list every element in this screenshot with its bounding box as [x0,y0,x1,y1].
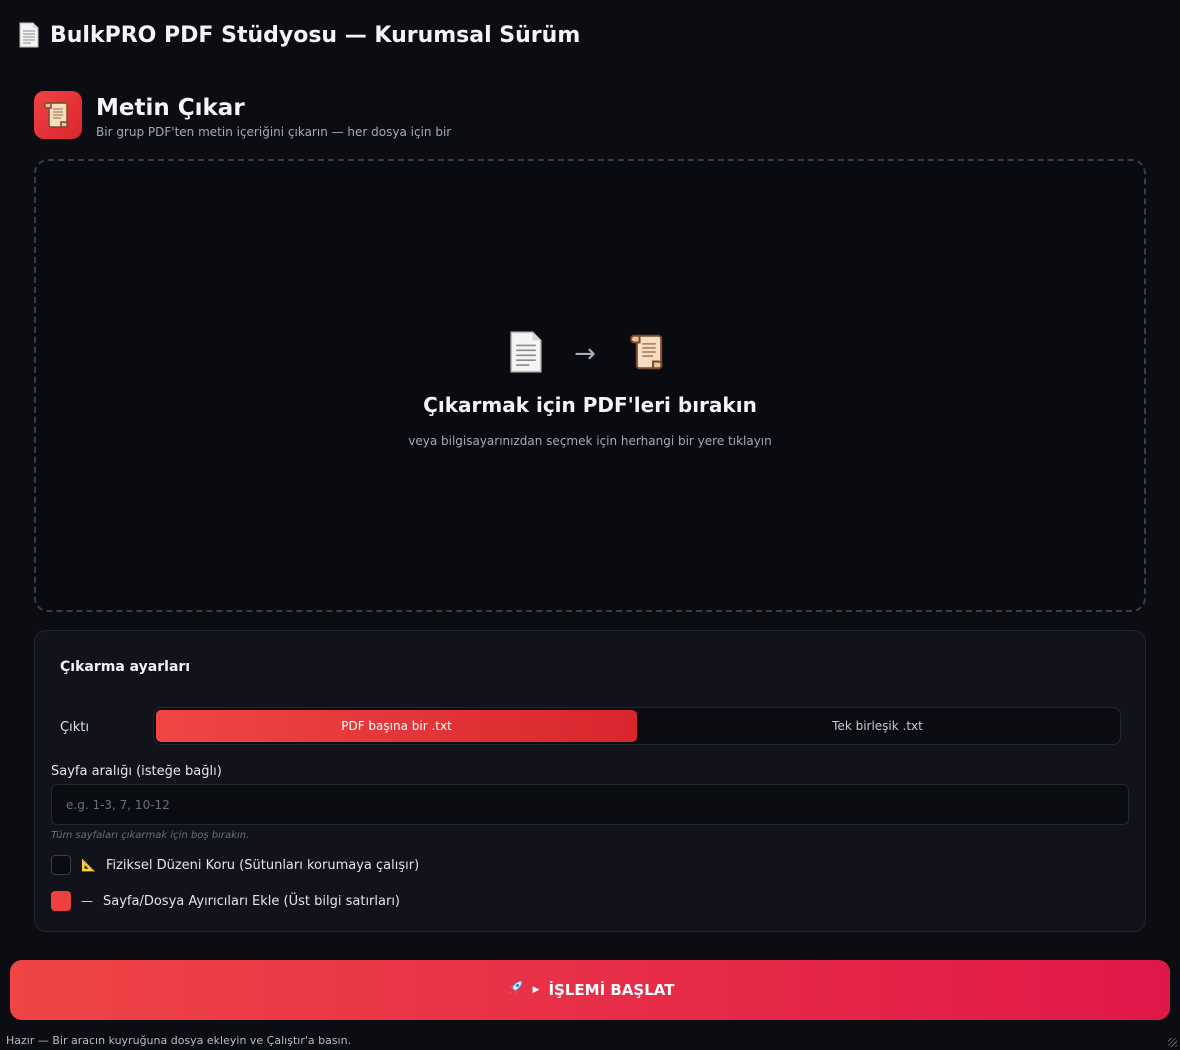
page-range-input[interactable] [51,784,1129,825]
arrow-right-icon: → [574,339,596,369]
status-text: Hazır — Bir aracın kuyruğuna dosya ekley… [6,1034,352,1047]
play-icon: ▶ [532,985,540,995]
rocket-icon [506,979,524,1001]
resize-grip-icon[interactable] [1168,1038,1177,1047]
page-range-hint: Tüm sayfaları çıkarmak için boş bırakın. [51,830,250,841]
triangle-ruler-icon: 📐 [81,858,96,872]
dropzone-title: Çıkarmak için PDF'leri bırakın [423,393,757,417]
dropzone-icons: → [36,329,1144,379]
extraction-settings-panel: Çıkarma ayarları Çıktı PDF başına bir .t… [34,630,1146,932]
output-option-merged[interactable]: Tek birleşik .txt [637,710,1118,742]
separators-checkbox[interactable] [51,891,71,911]
option-separators: — Sayfa/Dosya Ayırıcıları Ekle (Üst bilg… [51,891,400,911]
app-header: BulkPRO PDF Stüdyosu — Kurumsal Sürüm [18,22,580,48]
pdf-document-icon [508,330,544,378]
output-option-per-pdf[interactable]: PDF başına bir .txt [156,710,637,742]
document-icon [18,22,40,48]
page-range-label: Sayfa aralığı (isteğe bağlı) [51,764,222,779]
separators-label: Sayfa/Dosya Ayırıcıları Ekle (Üst bilgi … [103,893,401,909]
physical-layout-checkbox[interactable] [51,855,71,875]
app-title: BulkPRO PDF Stüdyosu — Kurumsal Sürüm [50,22,581,48]
settings-title: Çıkarma ayarları [60,659,191,675]
start-process-label: İŞLEMİ BAŞLAT [548,981,675,999]
output-mode-toggle: PDF başına bir .txt Tek birleşik .txt [153,707,1121,745]
dash-icon: — [81,894,93,908]
output-label: Çıktı [60,720,89,735]
tool-header: Metin Çıkar Bir grup PDF'ten metin içeri… [34,91,451,139]
pdf-dropzone[interactable]: → Çıkarmak için PDF'leri bırakın veya bi… [34,159,1146,612]
start-process-button[interactable]: ▶ İŞLEMİ BAŞLAT [10,960,1170,1020]
tool-subtitle: Bir grup PDF'ten metin içeriğini çıkarın… [96,125,452,139]
dropzone-subtitle: veya bilgisayarınızdan seçmek için herha… [408,434,772,448]
tool-title: Metin Çıkar [96,95,245,121]
physical-layout-label: Fiziksel Düzeni Koru (Sütunları korumaya… [105,857,420,873]
status-bar: Hazır — Bir aracın kuyruğuna dosya ekley… [0,1031,1180,1050]
scroll-icon [34,91,82,139]
option-physical-layout: 📐 Fiziksel Düzeni Koru (Sütunları koruma… [51,855,419,875]
scroll-icon [626,329,672,379]
